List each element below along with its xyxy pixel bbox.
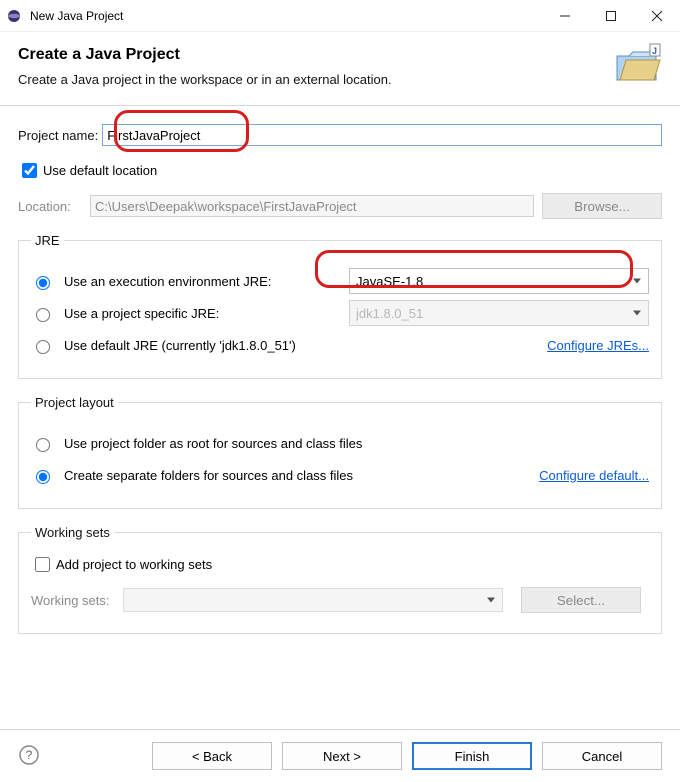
- wizard-folder-icon: J: [614, 42, 662, 84]
- next-button[interactable]: Next >: [282, 742, 402, 770]
- layout-separate-radio[interactable]: [36, 470, 50, 484]
- finish-button[interactable]: Finish: [412, 742, 532, 770]
- jre-legend: JRE: [31, 233, 64, 248]
- layout-separate-label: Create separate folders for sources and …: [64, 468, 353, 483]
- jre-exec-env-radio[interactable]: [36, 276, 50, 290]
- svg-text:?: ?: [26, 748, 33, 762]
- minimize-button[interactable]: [542, 0, 588, 31]
- use-default-location-label: Use default location: [43, 163, 157, 178]
- layout-root-label: Use project folder as root for sources a…: [64, 436, 362, 451]
- use-default-location-checkbox[interactable]: [22, 163, 37, 178]
- header: Create a Java Project Create a Java proj…: [0, 32, 680, 106]
- jre-default-label: Use default JRE (currently 'jdk1.8.0_51'…: [64, 338, 296, 353]
- jre-group: JRE Use an execution environment JRE: Ja…: [18, 233, 662, 379]
- page-title: Create a Java Project: [18, 46, 614, 64]
- add-to-working-sets-label: Add project to working sets: [56, 557, 212, 572]
- layout-root-radio[interactable]: [36, 438, 50, 452]
- location-label: Location:: [18, 199, 82, 214]
- svg-text:J: J: [652, 46, 657, 56]
- back-button[interactable]: < Back: [152, 742, 272, 770]
- jre-project-specific-label: Use a project specific JRE:: [64, 306, 219, 321]
- button-bar: ? < Back Next > Finish Cancel: [0, 729, 680, 782]
- working-sets-group: Working sets Add project to working sets…: [18, 525, 662, 634]
- jre-default-radio[interactable]: [36, 340, 50, 354]
- add-to-working-sets-checkbox[interactable]: [35, 557, 50, 572]
- project-name-input[interactable]: [102, 124, 662, 146]
- configure-default-link[interactable]: Configure default...: [539, 468, 649, 483]
- project-name-label: Project name:: [18, 128, 98, 143]
- jre-exec-env-label: Use an execution environment JRE:: [64, 274, 271, 289]
- configure-jres-link[interactable]: Configure JREs...: [547, 338, 649, 353]
- titlebar: New Java Project: [0, 0, 680, 32]
- browse-button: Browse...: [542, 193, 662, 219]
- jre-exec-env-select[interactable]: JavaSE-1.8: [349, 268, 649, 294]
- working-sets-select-button: Select...: [521, 587, 641, 613]
- jre-project-specific-select: jdk1.8.0_51: [349, 300, 649, 326]
- working-sets-list-label: Working sets:: [31, 593, 115, 608]
- eclipse-icon: [6, 8, 22, 24]
- close-button[interactable]: [634, 0, 680, 31]
- page-subtitle: Create a Java project in the workspace o…: [18, 72, 614, 87]
- help-button[interactable]: ?: [18, 744, 142, 769]
- jre-project-specific-radio[interactable]: [36, 308, 50, 322]
- location-input: [90, 195, 534, 217]
- project-layout-group: Project layout Use project folder as roo…: [18, 395, 662, 509]
- working-sets-select: [123, 588, 503, 612]
- maximize-button[interactable]: [588, 0, 634, 31]
- project-layout-legend: Project layout: [31, 395, 118, 410]
- window-title: New Java Project: [30, 9, 542, 23]
- cancel-button[interactable]: Cancel: [542, 742, 662, 770]
- working-sets-legend: Working sets: [31, 525, 114, 540]
